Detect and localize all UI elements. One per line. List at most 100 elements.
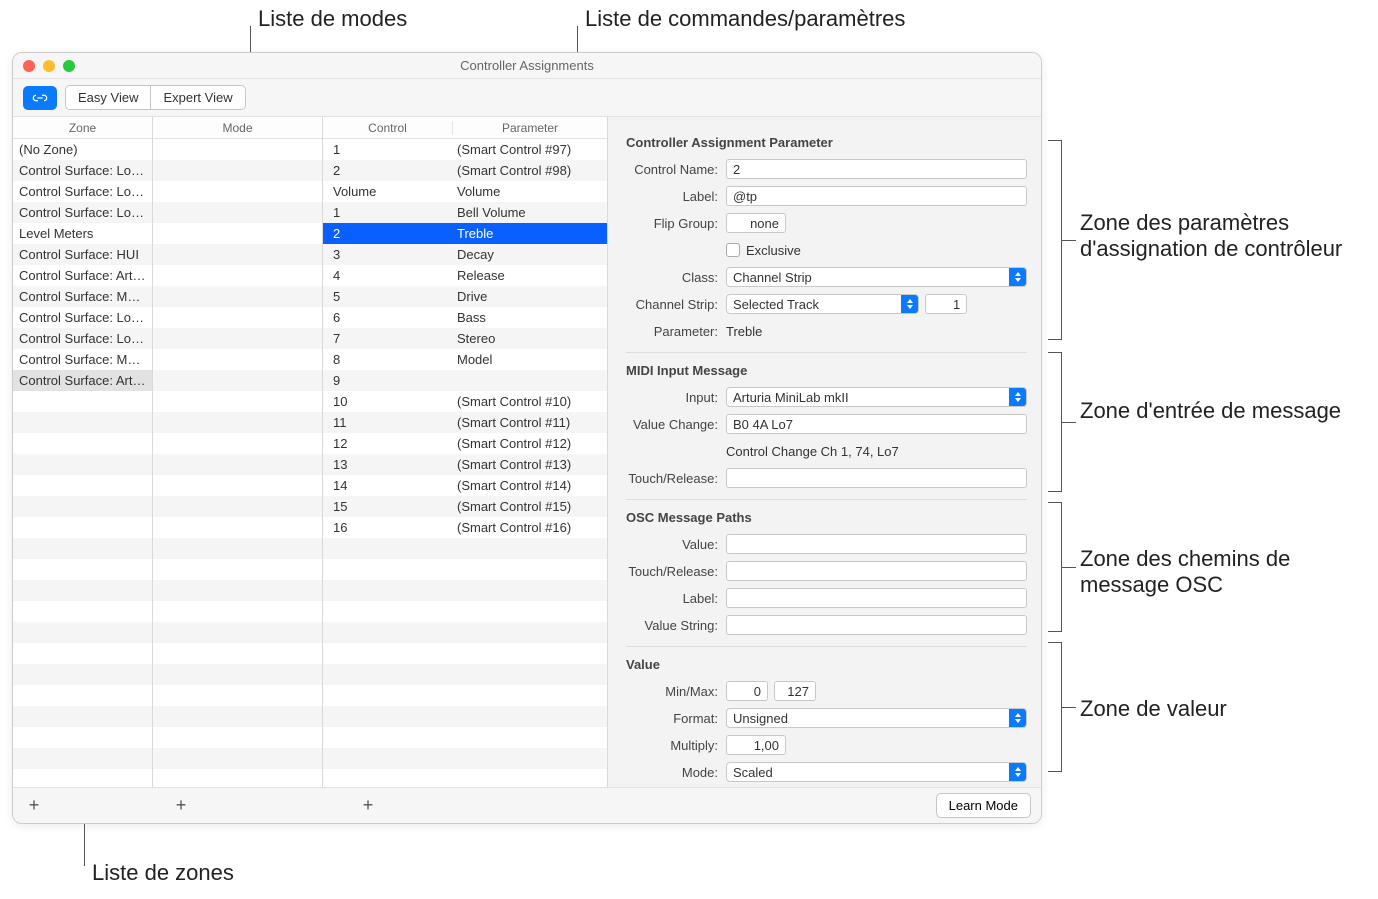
zone-row[interactable]: Control Surface: Log… (13, 202, 152, 223)
zone-row[interactable]: Control Surface: Art… (13, 370, 152, 391)
control-row[interactable]: 1(Smart Control #97) (323, 139, 607, 160)
exclusive-checkbox[interactable] (726, 243, 740, 257)
mode-row[interactable] (153, 622, 322, 643)
control-row[interactable]: 3Decay (323, 244, 607, 265)
mode-row[interactable] (153, 202, 322, 223)
mode-row[interactable] (153, 454, 322, 475)
control-row[interactable]: 2Treble (323, 223, 607, 244)
mode-row[interactable] (153, 181, 322, 202)
zone-row[interactable]: Level Meters (13, 223, 152, 244)
mode-row[interactable] (153, 727, 322, 748)
control-row[interactable]: 12(Smart Control #12) (323, 433, 607, 454)
control-row[interactable] (323, 559, 607, 580)
mode-row[interactable] (153, 244, 322, 265)
zone-row[interactable]: Control Surface: Art… (13, 265, 152, 286)
mode-row[interactable] (153, 391, 322, 412)
control-row[interactable] (323, 664, 607, 685)
control-row[interactable]: 9 (323, 370, 607, 391)
control-row[interactable]: 5Drive (323, 286, 607, 307)
mode-row[interactable] (153, 160, 322, 181)
mode-row[interactable] (153, 496, 322, 517)
mode-row[interactable] (153, 601, 322, 622)
control-row[interactable]: 6Bass (323, 307, 607, 328)
zone-row[interactable]: Control Surface: Log… (13, 160, 152, 181)
mode-row[interactable] (153, 664, 322, 685)
zone-row[interactable]: Control Surface: Log… (13, 307, 152, 328)
zone-row[interactable] (13, 559, 152, 580)
format-select[interactable]: Unsigned (726, 708, 1027, 728)
zone-row[interactable] (13, 538, 152, 559)
mode-row[interactable] (153, 328, 322, 349)
zone-row[interactable]: Control Surface: Ma… (13, 286, 152, 307)
mode-row[interactable] (153, 517, 322, 538)
input-select[interactable]: Arturia MiniLab mkII (726, 387, 1027, 407)
min-field[interactable]: 0 (726, 681, 768, 701)
zone-row[interactable] (13, 496, 152, 517)
mode-row[interactable] (153, 559, 322, 580)
class-select[interactable]: Channel Strip (726, 267, 1027, 287)
add-control-button[interactable]: + (357, 795, 379, 817)
max-field[interactable]: 127 (774, 681, 816, 701)
control-row[interactable] (323, 580, 607, 601)
control-list[interactable]: 1(Smart Control #97)2(Smart Control #98)… (323, 139, 607, 787)
zone-row[interactable] (13, 517, 152, 538)
control-row[interactable] (323, 748, 607, 769)
control-row[interactable] (323, 706, 607, 727)
mode-row[interactable] (153, 538, 322, 559)
zone-row[interactable]: Control Surface: Log… (13, 328, 152, 349)
osc-value-field[interactable] (726, 534, 1027, 554)
value-change-field[interactable]: B0 4A Lo7 (726, 414, 1027, 434)
control-row[interactable]: 15(Smart Control #15) (323, 496, 607, 517)
mode-row[interactable] (153, 349, 322, 370)
mode-row[interactable] (153, 139, 322, 160)
touch-release-field[interactable] (726, 468, 1027, 488)
control-row[interactable]: 14(Smart Control #14) (323, 475, 607, 496)
control-row[interactable] (323, 538, 607, 559)
zone-row[interactable] (13, 685, 152, 706)
mode-row[interactable] (153, 286, 322, 307)
control-row[interactable]: 4Release (323, 265, 607, 286)
zone-row[interactable] (13, 433, 152, 454)
mode-list[interactable] (153, 139, 322, 787)
zone-row[interactable] (13, 475, 152, 496)
control-row[interactable] (323, 727, 607, 748)
mode-row[interactable] (153, 643, 322, 664)
zone-row[interactable] (13, 454, 152, 475)
close-icon[interactable] (23, 60, 35, 72)
zone-list[interactable]: (No Zone)Control Surface: Log…Control Su… (13, 139, 152, 787)
control-row[interactable] (323, 622, 607, 643)
zone-row[interactable]: (No Zone) (13, 139, 152, 160)
control-row[interactable]: VolumeVolume (323, 181, 607, 202)
zone-row[interactable] (13, 622, 152, 643)
mode-row[interactable] (153, 580, 322, 601)
minimize-icon[interactable] (43, 60, 55, 72)
zone-row[interactable] (13, 601, 152, 622)
label-field[interactable]: @tp (726, 186, 1027, 206)
control-row[interactable]: 10(Smart Control #10) (323, 391, 607, 412)
control-row[interactable]: 8Model (323, 349, 607, 370)
osc-label-field[interactable] (726, 588, 1027, 608)
mode-row[interactable] (153, 685, 322, 706)
zone-row[interactable] (13, 706, 152, 727)
zone-row[interactable] (13, 664, 152, 685)
control-row[interactable]: 13(Smart Control #13) (323, 454, 607, 475)
learn-mode-button[interactable]: Learn Mode (936, 793, 1031, 818)
flip-group-field[interactable]: none (726, 213, 786, 233)
mode-row[interactable] (153, 475, 322, 496)
mode-row[interactable] (153, 307, 322, 328)
zone-row[interactable]: Control Surface: Log… (13, 181, 152, 202)
control-row[interactable] (323, 643, 607, 664)
control-row[interactable] (323, 685, 607, 706)
control-row[interactable]: 1Bell Volume (323, 202, 607, 223)
mode-select[interactable]: Scaled (726, 762, 1027, 782)
zone-row[interactable] (13, 643, 152, 664)
mode-row[interactable] (153, 223, 322, 244)
add-zone-button[interactable]: + (23, 795, 45, 817)
zone-row[interactable] (13, 748, 152, 769)
add-mode-button[interactable]: + (170, 795, 192, 817)
osc-touch-release-field[interactable] (726, 561, 1027, 581)
expert-view-button[interactable]: Expert View (150, 86, 244, 109)
channel-strip-select[interactable]: Selected Track (726, 294, 919, 314)
zone-row[interactable]: Control Surface: HUI (13, 244, 152, 265)
control-row[interactable]: 7Stereo (323, 328, 607, 349)
